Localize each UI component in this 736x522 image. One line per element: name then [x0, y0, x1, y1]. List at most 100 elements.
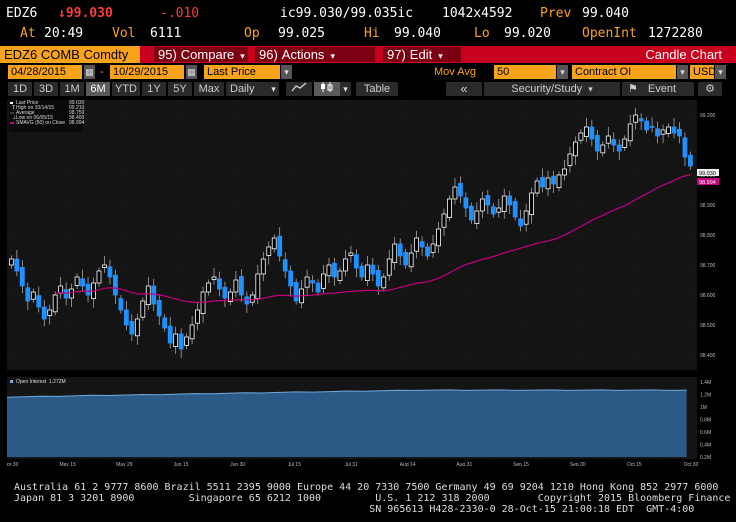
oi-tick-label: 0.6M	[700, 430, 711, 436]
compare-button[interactable]: 95) Compare ▾	[154, 47, 248, 62]
vol-value: 6111	[150, 26, 182, 41]
open-interest-value: 1272280	[648, 26, 703, 41]
menu-bar: EDZ6 COMB Comdty 95) Compare ▾ 96) Actions ▾…	[0, 46, 736, 63]
range-ytd-button[interactable]: YTD	[112, 82, 140, 96]
chevron-down-icon: ▾	[240, 51, 245, 61]
x-tick-label: Jul 31	[344, 462, 358, 466]
high-value: 99.040	[394, 26, 441, 41]
study-period-field[interactable]: 50	[494, 65, 556, 79]
legend-smavg: SMAVG (50) on Close	[16, 120, 65, 126]
oi-tick-label: 1.2M	[700, 393, 711, 399]
oi-tick-label: 0.8M	[700, 418, 711, 424]
x-tick-label: Apr 30	[7, 462, 19, 466]
range-max-button[interactable]: Max	[194, 82, 224, 96]
net-change: -.010	[160, 6, 200, 21]
chevron-down-icon: ▾	[438, 51, 443, 61]
open-interest-label: OpenInt	[582, 26, 637, 41]
chevron-down-icon[interactable]: ▾	[268, 82, 279, 96]
quote-row-1: EDZ6 ↓99.030 -.010 ic99.030/99.035ic 104…	[0, 6, 736, 26]
chevron-down-icon[interactable]: ▾	[340, 82, 351, 96]
quote-row-2: At 20:49 Vol 6111 Op 99.025 Hi 99.040 Lo…	[0, 26, 736, 44]
range-6m-button[interactable]: 6M	[86, 82, 110, 96]
chevron-down-icon[interactable]: ▾	[715, 65, 726, 79]
y-tick-label: 98.800	[700, 233, 716, 239]
start-date-field[interactable]: 04/28/2015	[8, 65, 82, 79]
x-tick-label: Aug 31	[456, 462, 472, 466]
x-tick-label: Oct 15	[627, 462, 642, 466]
collapse-left-icon[interactable]: «	[446, 82, 482, 96]
x-tick-label: Sep 30	[570, 462, 586, 466]
event-button[interactable]: ⚑ Event	[622, 82, 694, 96]
range-1y-button[interactable]: 1Y	[142, 82, 166, 96]
security-field[interactable]: EDZ6 COMB Comdty	[0, 46, 140, 63]
range-3d-button[interactable]: 3D	[34, 82, 58, 96]
footer-contacts: Australia 61 2 9777 8600 Brazil 5511 239…	[14, 482, 736, 515]
calendar-icon[interactable]: ▦	[186, 65, 197, 79]
line-chart-icon[interactable]	[286, 82, 312, 96]
flag-icon: ⚑	[628, 83, 638, 95]
calendar-icon[interactable]: ▦	[84, 65, 95, 79]
mavg-tag-text: 98.994	[699, 180, 716, 186]
y-tick-label: 98.700	[700, 263, 716, 269]
low-label: Lo	[474, 26, 490, 41]
legend-high-marker: T	[12, 105, 15, 111]
open-label: Op	[244, 26, 260, 41]
legend-open-interest-value: 1.272M	[49, 379, 66, 385]
compare-label: Compare	[180, 47, 235, 62]
open-value: 99.025	[278, 26, 325, 41]
y-tick-label: 98.500	[700, 323, 716, 329]
price-type-select[interactable]: Last Price	[204, 65, 280, 79]
frequency-label: Daily	[230, 83, 255, 95]
legend-smavg-value: 98.994	[69, 120, 85, 126]
low-value: 99.020	[504, 26, 551, 41]
last-price-tag-text: 99.030	[699, 171, 716, 177]
y-tick-label: 99.200	[700, 113, 716, 119]
vol-label: Vol	[112, 26, 136, 41]
footer-line-3: SN 965613 H428-2330-0 28-Oct-15 21:00:18…	[14, 504, 695, 515]
range-1m-button[interactable]: 1M	[60, 82, 84, 96]
y-tick-label: 98.900	[700, 203, 716, 209]
range-1d-button[interactable]: 1D	[8, 82, 32, 96]
chevron-down-icon[interactable]: ▾	[281, 65, 292, 79]
end-date-field[interactable]: 10/29/2015	[110, 65, 184, 79]
at-label: At	[20, 26, 36, 41]
bid-ask-size: 1042x4592	[442, 6, 513, 21]
x-tick-label: Jun 30	[230, 462, 245, 466]
y-tick-label: 98.400	[700, 353, 716, 359]
candle	[447, 195, 452, 222]
oi-tick-label: 1M	[700, 405, 707, 411]
study-label: Mov Avg	[434, 66, 476, 78]
security-study-button[interactable]: Security/Study ▾	[484, 82, 620, 96]
chevron-down-icon: ▾	[330, 51, 335, 61]
x-tick-label: Jun 15	[173, 462, 188, 466]
chevron-down-icon: ▾	[588, 84, 593, 94]
actions-button[interactable]: 96) Actions ▾	[255, 47, 375, 62]
prev-value: 99.040	[582, 6, 629, 21]
table-button[interactable]: Table	[356, 82, 398, 96]
actions-number: 96)	[259, 47, 278, 62]
lower-study-select[interactable]: Contract OI	[572, 65, 676, 79]
chevron-down-icon[interactable]: ▾	[677, 65, 688, 79]
last-price: ↓99.030	[58, 6, 113, 21]
legend-open-interest: Open Interest	[16, 379, 47, 385]
chevron-down-icon[interactable]: ▾	[557, 65, 568, 79]
gear-icon[interactable]: ⚙	[698, 82, 722, 96]
x-tick-label: May 29	[116, 462, 133, 466]
oi-tick-label: 1.4M	[700, 380, 711, 386]
at-value: 20:49	[44, 26, 84, 41]
chart-type-title: Candle Chart	[645, 47, 722, 62]
candle-chart-icon[interactable]	[314, 82, 340, 96]
actions-label: Actions	[281, 47, 325, 62]
frequency-select[interactable]: Daily	[226, 82, 268, 96]
security-study-label: Security/Study	[511, 83, 583, 95]
oi-tick-label: 0.2M	[700, 455, 711, 461]
currency-select[interactable]: USD	[690, 65, 716, 79]
range-5y-button[interactable]: 5Y	[168, 82, 192, 96]
candle-chart[interactable]: 99.20099.00098.90098.80098.70098.60098.5…	[7, 100, 729, 466]
edit-label: Edit	[409, 47, 433, 62]
edit-button[interactable]: 97) Edit ▾	[383, 47, 461, 62]
y-tick-label: 98.600	[700, 293, 716, 299]
x-tick-label: Oct 30	[684, 462, 699, 466]
chart-toolbar: 1D 3D 1M 6M YTD 1Y 5Y Max Daily ▾ ▾ Tabl…	[0, 82, 736, 97]
x-tick-label: Jul 15	[288, 462, 302, 466]
